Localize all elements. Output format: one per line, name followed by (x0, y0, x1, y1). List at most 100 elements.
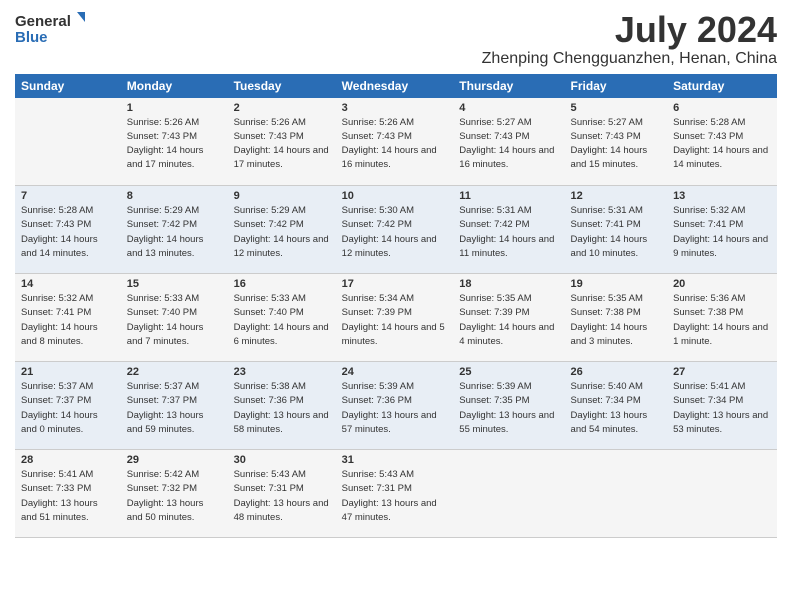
cell-4-7: 27 Sunrise: 5:41 AM Sunset: 7:34 PM Dayl… (667, 362, 777, 450)
day-info: Sunrise: 5:30 AM Sunset: 7:42 PM Dayligh… (342, 204, 448, 261)
cell-5-6 (565, 450, 668, 538)
header-row: Sunday Monday Tuesday Wednesday Thursday… (15, 74, 777, 98)
cell-2-3: 9 Sunrise: 5:29 AM Sunset: 7:42 PM Dayli… (228, 186, 336, 274)
day-info: Sunrise: 5:37 AM Sunset: 7:37 PM Dayligh… (127, 380, 222, 437)
cell-3-4: 17 Sunrise: 5:34 AM Sunset: 7:39 PM Dayl… (336, 274, 454, 362)
day-number: 8 (127, 190, 222, 202)
day-number: 10 (342, 190, 448, 202)
header: General Blue July 2024 Zhenping Chenggua… (15, 10, 777, 68)
cell-1-4: 3 Sunrise: 5:26 AM Sunset: 7:43 PM Dayli… (336, 98, 454, 186)
cell-2-6: 12 Sunrise: 5:31 AM Sunset: 7:41 PM Dayl… (565, 186, 668, 274)
day-number: 25 (459, 366, 558, 378)
day-info: Sunrise: 5:32 AM Sunset: 7:41 PM Dayligh… (21, 292, 115, 349)
day-info: Sunrise: 5:41 AM Sunset: 7:33 PM Dayligh… (21, 468, 115, 525)
day-info: Sunrise: 5:36 AM Sunset: 7:38 PM Dayligh… (673, 292, 771, 349)
cell-3-6: 19 Sunrise: 5:35 AM Sunset: 7:38 PM Dayl… (565, 274, 668, 362)
week-row-1: 1 Sunrise: 5:26 AM Sunset: 7:43 PM Dayli… (15, 98, 777, 186)
day-info: Sunrise: 5:35 AM Sunset: 7:38 PM Dayligh… (571, 292, 662, 349)
day-number: 21 (21, 366, 115, 378)
day-number: 7 (21, 190, 115, 202)
day-info: Sunrise: 5:39 AM Sunset: 7:35 PM Dayligh… (459, 380, 558, 437)
cell-4-5: 25 Sunrise: 5:39 AM Sunset: 7:35 PM Dayl… (453, 362, 564, 450)
col-wednesday: Wednesday (336, 74, 454, 98)
day-number: 5 (571, 102, 662, 114)
cell-3-1: 14 Sunrise: 5:32 AM Sunset: 7:41 PM Dayl… (15, 274, 121, 362)
day-info: Sunrise: 5:33 AM Sunset: 7:40 PM Dayligh… (127, 292, 222, 349)
cell-2-2: 8 Sunrise: 5:29 AM Sunset: 7:42 PM Dayli… (121, 186, 228, 274)
day-info: Sunrise: 5:28 AM Sunset: 7:43 PM Dayligh… (21, 204, 115, 261)
day-number: 12 (571, 190, 662, 202)
svg-text:General: General (15, 13, 71, 30)
col-sunday: Sunday (15, 74, 121, 98)
week-row-2: 7 Sunrise: 5:28 AM Sunset: 7:43 PM Dayli… (15, 186, 777, 274)
week-row-3: 14 Sunrise: 5:32 AM Sunset: 7:41 PM Dayl… (15, 274, 777, 362)
cell-2-5: 11 Sunrise: 5:31 AM Sunset: 7:42 PM Dayl… (453, 186, 564, 274)
cell-3-7: 20 Sunrise: 5:36 AM Sunset: 7:38 PM Dayl… (667, 274, 777, 362)
day-info: Sunrise: 5:32 AM Sunset: 7:41 PM Dayligh… (673, 204, 771, 261)
day-info: Sunrise: 5:43 AM Sunset: 7:31 PM Dayligh… (342, 468, 448, 525)
cell-1-3: 2 Sunrise: 5:26 AM Sunset: 7:43 PM Dayli… (228, 98, 336, 186)
title-section: July 2024 Zhenping Chengguanzhen, Henan,… (482, 10, 777, 68)
day-info: Sunrise: 5:26 AM Sunset: 7:43 PM Dayligh… (127, 116, 222, 173)
day-number: 23 (234, 366, 330, 378)
day-info: Sunrise: 5:37 AM Sunset: 7:37 PM Dayligh… (21, 380, 115, 437)
cell-4-4: 24 Sunrise: 5:39 AM Sunset: 7:36 PM Dayl… (336, 362, 454, 450)
day-number: 11 (459, 190, 558, 202)
day-number: 19 (571, 278, 662, 290)
day-info: Sunrise: 5:42 AM Sunset: 7:32 PM Dayligh… (127, 468, 222, 525)
calendar-table: Sunday Monday Tuesday Wednesday Thursday… (15, 74, 777, 539)
day-info: Sunrise: 5:26 AM Sunset: 7:43 PM Dayligh… (342, 116, 448, 173)
cell-1-5: 4 Sunrise: 5:27 AM Sunset: 7:43 PM Dayli… (453, 98, 564, 186)
day-info: Sunrise: 5:38 AM Sunset: 7:36 PM Dayligh… (234, 380, 330, 437)
day-info: Sunrise: 5:27 AM Sunset: 7:43 PM Dayligh… (459, 116, 558, 173)
cell-2-4: 10 Sunrise: 5:30 AM Sunset: 7:42 PM Dayl… (336, 186, 454, 274)
cell-5-5 (453, 450, 564, 538)
col-friday: Friday (565, 74, 668, 98)
day-number: 30 (234, 454, 330, 466)
day-number: 29 (127, 454, 222, 466)
day-number: 1 (127, 102, 222, 114)
day-info: Sunrise: 5:41 AM Sunset: 7:34 PM Dayligh… (673, 380, 771, 437)
cell-2-1: 7 Sunrise: 5:28 AM Sunset: 7:43 PM Dayli… (15, 186, 121, 274)
cell-5-1: 28 Sunrise: 5:41 AM Sunset: 7:33 PM Dayl… (15, 450, 121, 538)
day-number: 20 (673, 278, 771, 290)
day-number: 14 (21, 278, 115, 290)
day-info: Sunrise: 5:35 AM Sunset: 7:39 PM Dayligh… (459, 292, 558, 349)
day-number: 18 (459, 278, 558, 290)
subtitle: Zhenping Chengguanzhen, Henan, China (482, 50, 777, 68)
cell-4-3: 23 Sunrise: 5:38 AM Sunset: 7:36 PM Dayl… (228, 362, 336, 450)
page: General Blue July 2024 Zhenping Chenggua… (0, 0, 792, 612)
cell-5-3: 30 Sunrise: 5:43 AM Sunset: 7:31 PM Dayl… (228, 450, 336, 538)
cell-2-7: 13 Sunrise: 5:32 AM Sunset: 7:41 PM Dayl… (667, 186, 777, 274)
day-number: 9 (234, 190, 330, 202)
day-number: 13 (673, 190, 771, 202)
week-row-4: 21 Sunrise: 5:37 AM Sunset: 7:37 PM Dayl… (15, 362, 777, 450)
day-info: Sunrise: 5:33 AM Sunset: 7:40 PM Dayligh… (234, 292, 330, 349)
day-info: Sunrise: 5:28 AM Sunset: 7:43 PM Dayligh… (673, 116, 771, 173)
cell-1-2: 1 Sunrise: 5:26 AM Sunset: 7:43 PM Dayli… (121, 98, 228, 186)
day-number: 16 (234, 278, 330, 290)
day-number: 26 (571, 366, 662, 378)
cell-5-7 (667, 450, 777, 538)
day-info: Sunrise: 5:43 AM Sunset: 7:31 PM Dayligh… (234, 468, 330, 525)
day-info: Sunrise: 5:29 AM Sunset: 7:42 PM Dayligh… (127, 204, 222, 261)
main-title: July 2024 (482, 10, 777, 50)
day-number: 27 (673, 366, 771, 378)
day-number: 24 (342, 366, 448, 378)
cell-1-6: 5 Sunrise: 5:27 AM Sunset: 7:43 PM Dayli… (565, 98, 668, 186)
day-info: Sunrise: 5:27 AM Sunset: 7:43 PM Dayligh… (571, 116, 662, 173)
svg-text:Blue: Blue (15, 29, 48, 46)
cell-4-2: 22 Sunrise: 5:37 AM Sunset: 7:37 PM Dayl… (121, 362, 228, 450)
day-number: 22 (127, 366, 222, 378)
week-row-5: 28 Sunrise: 5:41 AM Sunset: 7:33 PM Dayl… (15, 450, 777, 538)
col-monday: Monday (121, 74, 228, 98)
day-number: 17 (342, 278, 448, 290)
logo: General Blue (15, 10, 85, 46)
cell-5-4: 31 Sunrise: 5:43 AM Sunset: 7:31 PM Dayl… (336, 450, 454, 538)
day-info: Sunrise: 5:29 AM Sunset: 7:42 PM Dayligh… (234, 204, 330, 261)
day-number: 15 (127, 278, 222, 290)
cell-1-7: 6 Sunrise: 5:28 AM Sunset: 7:43 PM Dayli… (667, 98, 777, 186)
cell-1-1 (15, 98, 121, 186)
day-info: Sunrise: 5:34 AM Sunset: 7:39 PM Dayligh… (342, 292, 448, 349)
day-number: 28 (21, 454, 115, 466)
